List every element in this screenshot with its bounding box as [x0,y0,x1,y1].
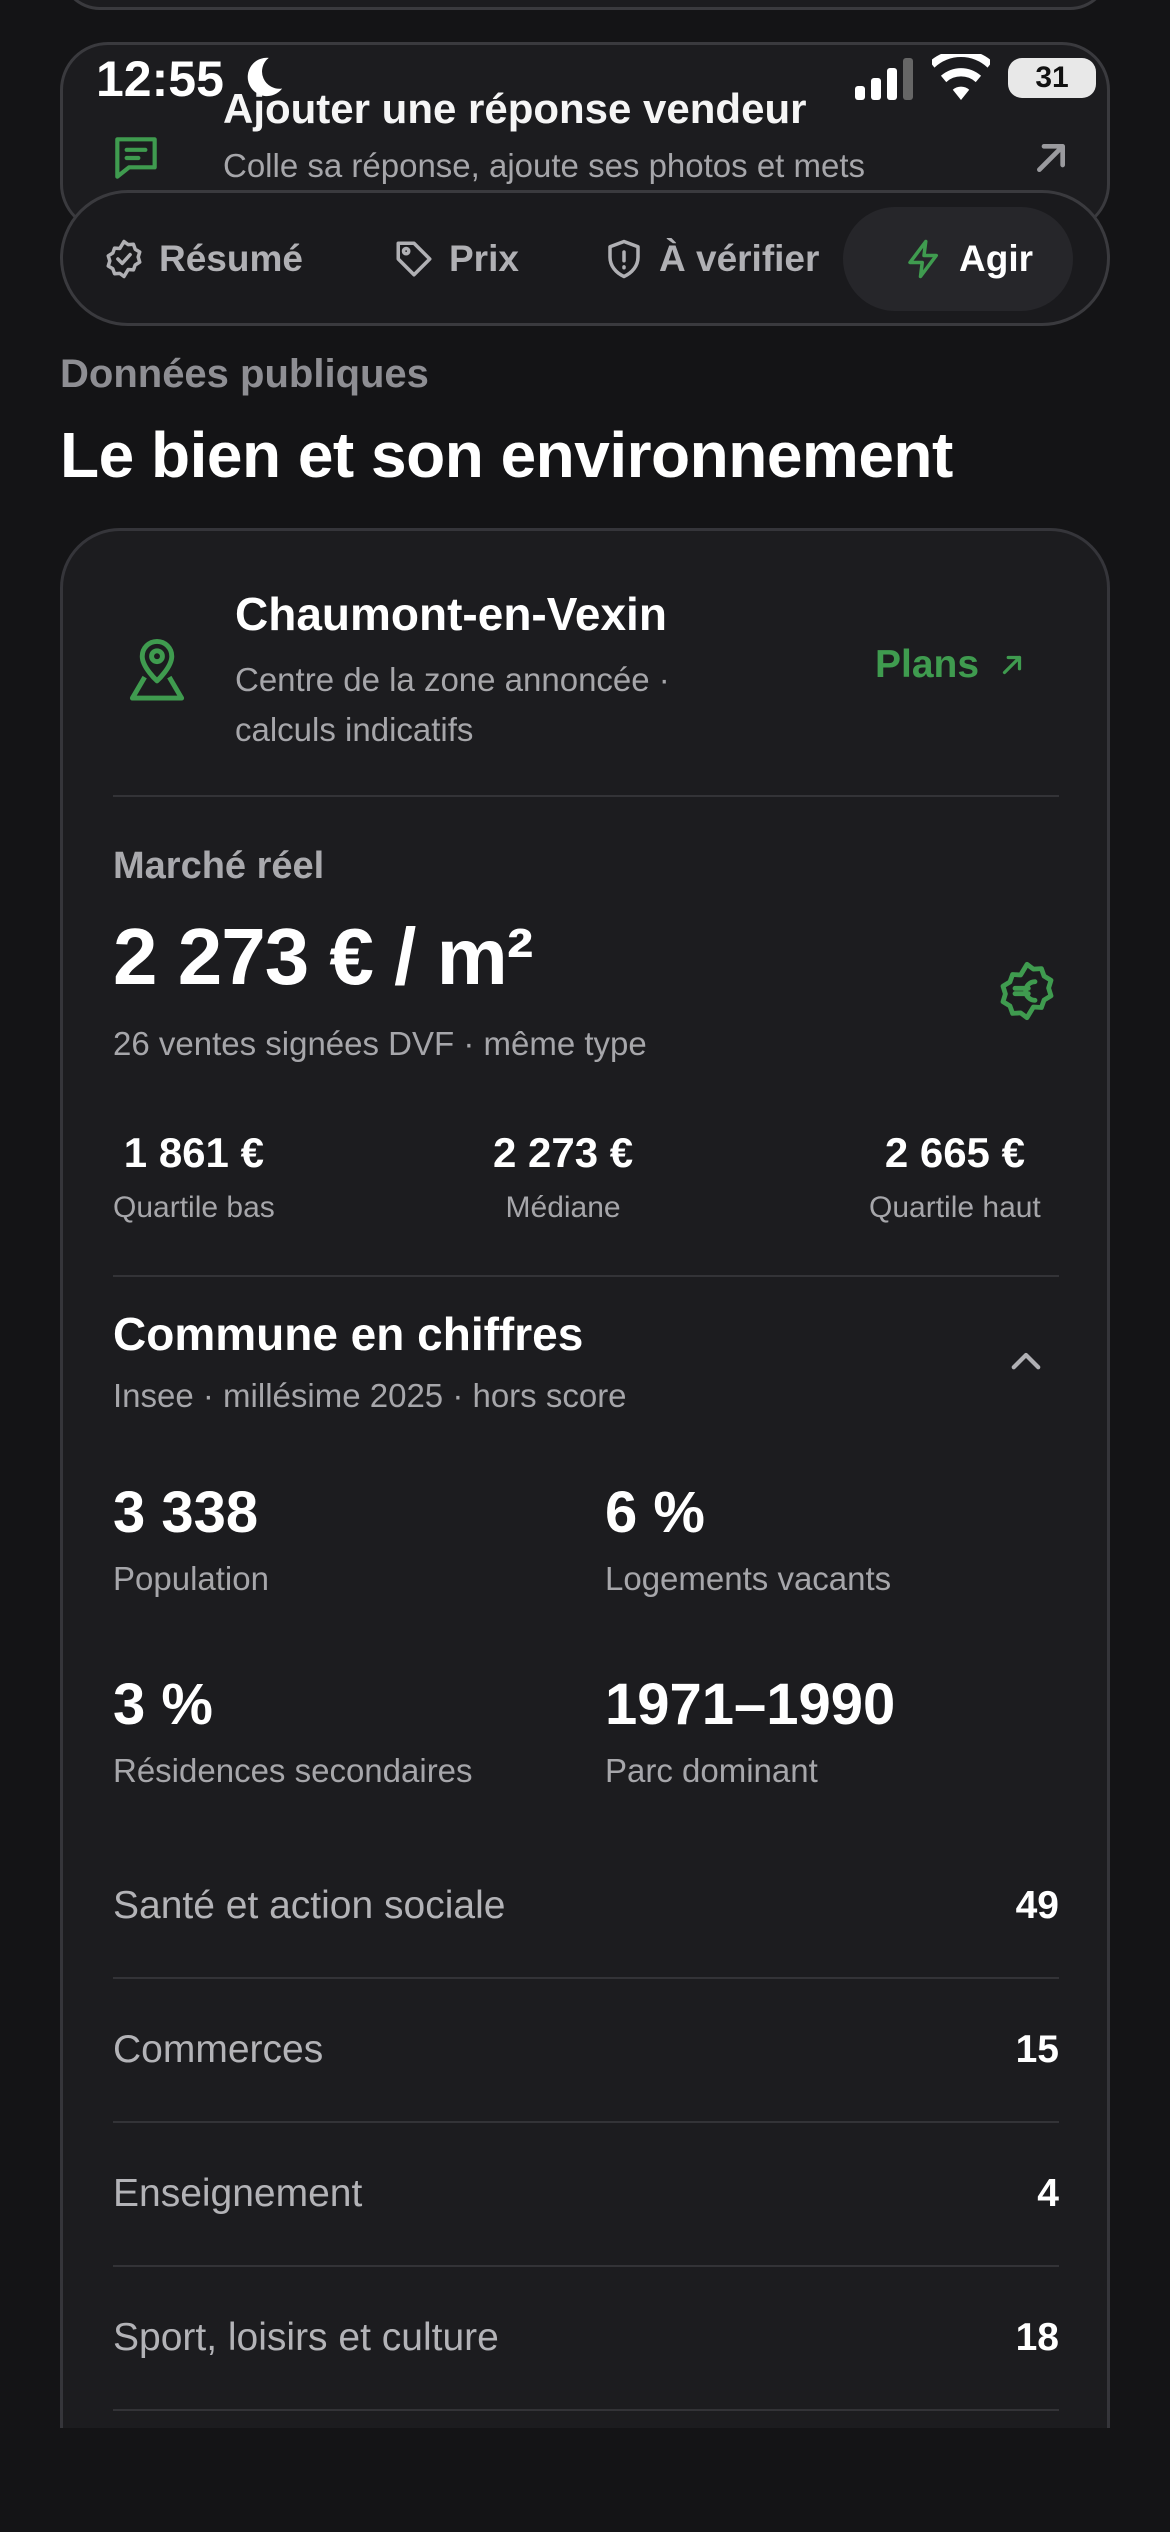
stat-value: 3 % [113,1672,213,1737]
row-label: Enseignement [113,2172,363,2215]
market-price-per-m2: 2 273 € / m² [113,912,533,1001]
cellular-signal-icon [855,58,913,100]
plans-link-label: Plans [875,643,980,686]
section-overline: Données publiques [60,352,429,396]
shield-alert-icon [608,239,640,279]
vendor-card-title: Ajouter une réponse vendeur [223,85,807,132]
location-name: Chaumont-en-Vexin [235,588,667,640]
row-label: Sport, loisirs et culture [113,2316,499,2359]
market-subtitle: 26 ventes signées DVF · même type [113,1025,647,1062]
euro-badge-icon [1000,961,1054,1021]
tab-label: Résumé [159,238,303,279]
stat-label: Résidences secondaires [113,1752,473,1789]
stat-label: Logements vacants [605,1560,892,1597]
map-pin-icon [129,639,185,701]
divider [113,1275,1059,1277]
stat-vacant-housing: 6 % Logements vacants [605,1479,891,1598]
tab-resume[interactable]: Résumé [103,207,303,311]
divider [113,795,1059,797]
row-value: 4 [1037,2172,1059,2215]
quartile-high-value: 2 665 € [884,1129,1025,1176]
commune-subtitle: Insee · millésime 2025 · hors score [113,1377,627,1414]
chevron-up-icon[interactable] [1005,1341,1047,1383]
tab-a-verifier[interactable]: À vérifier [603,207,819,311]
tab-label: Prix [449,238,519,279]
stat-label: Parc dominant [605,1752,818,1789]
quartile-high-label: Quartile haut [869,1191,1041,1224]
stat-value: 1971–1990 [605,1672,896,1737]
stat-population: 3 338 Population [113,1479,269,1598]
median: 2 273 € Médiane [493,1129,633,1225]
quartile-low-label: Quartile bas [113,1191,275,1224]
market-label: Marché réel [113,845,325,887]
row-value: 18 [1015,2316,1059,2359]
battery-indicator: 31 [1008,58,1096,98]
arrow-up-right-icon [1037,144,1065,173]
median-label: Médiane [505,1191,621,1224]
row-value: 49 [1015,1884,1059,1927]
wifi-icon [932,54,990,100]
facility-row-enseignement: Enseignement 4 [113,2123,1059,2267]
stat-value: 3 338 [113,1480,259,1545]
stat-label: Population [113,1560,269,1597]
tab-label: À vérifier [659,238,820,279]
message-icon [115,137,157,179]
facility-row-commerces: Commerces 15 [113,1979,1059,2123]
tab-prix[interactable]: Prix [393,207,519,311]
section-tab-bar: Résumé Prix À vérifier Agir [60,190,1110,326]
tab-agir[interactable]: Agir [843,207,1073,311]
section-title: Le bien et son environnement [60,419,953,491]
lightning-icon [908,239,938,279]
check-badge-icon [106,239,142,279]
tag-icon [396,241,432,277]
quartile-high: 2 665 € Quartile haut [869,1129,1041,1225]
arrow-up-right-icon [1002,655,1022,675]
row-label: Commerces [113,2028,324,2071]
stat-value: 6 % [605,1480,705,1545]
commune-title: Commune en chiffres [113,1308,584,1360]
tab-label: Agir [959,238,1033,279]
location-subtitle: Centre de la zone annoncée · calculs ind… [235,661,670,748]
row-value: 15 [1015,2028,1059,2071]
facility-row-sport: Sport, loisirs et culture 18 [113,2267,1059,2411]
quartile-low: 1 861 € Quartile bas [113,1129,275,1225]
status-time: 12:55 [96,51,224,107]
row-label: Santé et action sociale [113,1884,506,1927]
environment-card: Chaumont-en-Vexin Centre de la zone anno… [60,528,1110,2532]
vendor-card-subtitle: Colle sa réponse, ajoute ses photos et m… [223,147,866,184]
median-value: 2 273 € [493,1129,634,1176]
plans-link[interactable]: Plans [875,643,1027,687]
stat-dominant-stock: 1971–1990 Parc dominant [605,1671,895,1790]
bottom-safe-area [0,2428,1170,2532]
stat-secondary-residences: 3 % Résidences secondaires [113,1671,473,1790]
facility-row-sante: Santé et action sociale 49 [113,1835,1059,1979]
previous-card-edge [60,0,1110,10]
quartile-low-value: 1 861 € [123,1129,264,1176]
moon-icon [247,57,283,97]
